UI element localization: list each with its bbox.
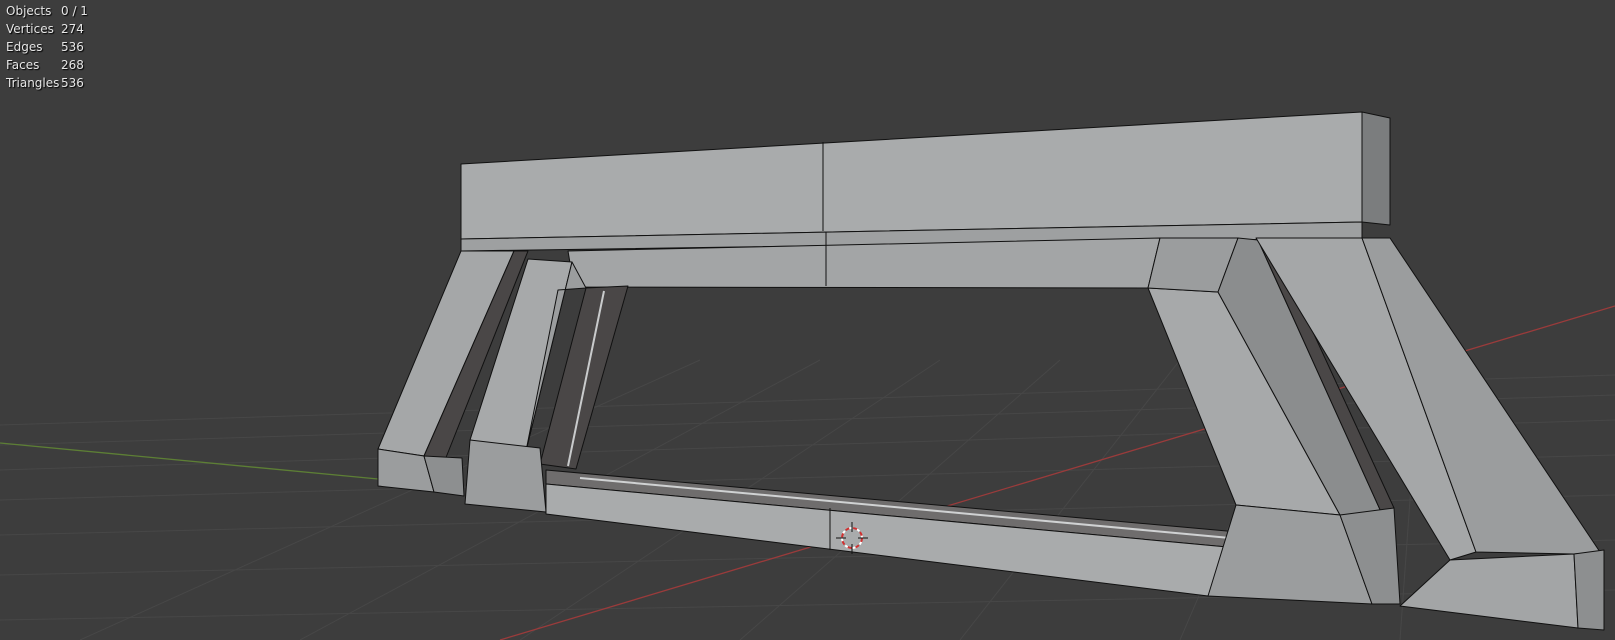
stat-label: Objects	[6, 4, 52, 18]
stat-label: Triangles	[6, 76, 60, 90]
stat-value: 268	[61, 58, 84, 72]
left-inner-foot	[464, 439, 547, 513]
viewport-scene[interactable]	[0, 0, 1615, 640]
stat-value: 536	[61, 40, 84, 54]
stat-row-faces: Faces 268	[6, 56, 88, 74]
stat-row-vertices: Vertices 274	[6, 20, 88, 38]
stat-label: Edges	[6, 40, 43, 54]
right-outer-foot-side	[1573, 549, 1605, 631]
stat-row-objects: Objects 0 / 1	[6, 2, 88, 20]
stat-label: Vertices	[6, 22, 54, 36]
stat-row-triangles: Triangles 536	[6, 74, 88, 92]
top-beam-front	[460, 111, 1363, 240]
3d-viewport[interactable]: Objects 0 / 1 Vertices 274 Edges 536 Fac…	[0, 0, 1615, 640]
stat-value: 536	[61, 76, 84, 90]
stat-row-edges: Edges 536	[6, 38, 88, 56]
stat-label: Faces	[6, 58, 40, 72]
mesh-object[interactable]	[377, 111, 1605, 631]
stat-value: 0 / 1	[61, 4, 88, 18]
y-axis-line	[0, 442, 421, 484]
top-beam-side	[1361, 111, 1391, 226]
right-outer-foot	[1399, 553, 1579, 629]
scene-statistics-overlay: Objects 0 / 1 Vertices 274 Edges 536 Fac…	[6, 2, 88, 92]
stat-value: 274	[61, 22, 84, 36]
